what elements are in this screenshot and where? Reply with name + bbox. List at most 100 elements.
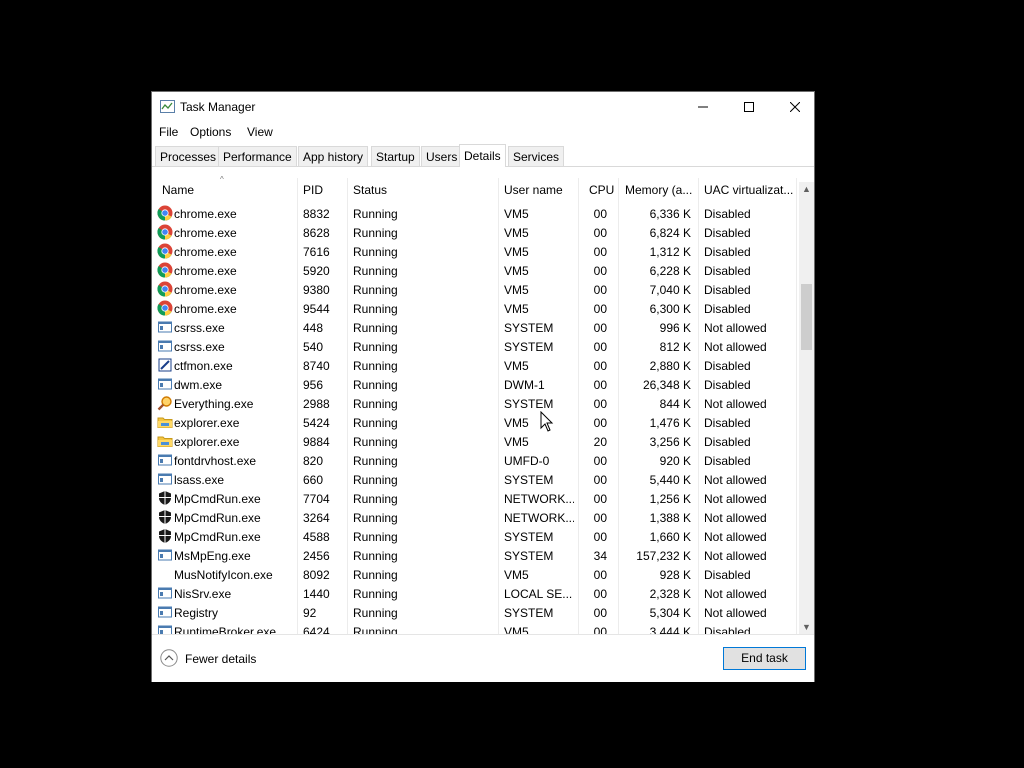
process-pid: 8628 — [303, 226, 330, 240]
end-task-button[interactable]: End task — [723, 647, 806, 670]
process-status: Running — [353, 625, 398, 634]
table-row[interactable]: chrome.exe 9544 Running VM5 00 6,300 K Disable… — [152, 299, 797, 318]
table-row[interactable]: NisSrv.exe 1440 Running LOCAL SE... 00 2,328 … — [152, 584, 797, 603]
column-status[interactable]: Status — [353, 183, 387, 197]
ctfmon-icon — [157, 357, 173, 373]
scroll-up-icon[interactable]: ▲ — [799, 182, 814, 196]
process-memory: 6,824 K — [649, 226, 691, 240]
table-row[interactable]: Registry 92 Running SYSTEM 00 5,304 K Not allo… — [152, 603, 797, 622]
table-row[interactable]: lsass.exe 660 Running SYSTEM 00 5,440 K Not al… — [152, 470, 797, 489]
tab-services[interactable]: Services — [508, 146, 565, 166]
process-uac: Disabled — [704, 245, 751, 259]
chrome-icon — [157, 262, 173, 278]
table-row[interactable]: MpCmdRun.exe 3264 Running NETWORK... 00 1,388… — [152, 508, 797, 527]
table-row[interactable]: MsMpEng.exe 2456 Running SYSTEM 34 157,232 K N… — [152, 546, 797, 565]
process-user: SYSTEM — [504, 321, 554, 335]
process-status: Running — [353, 283, 398, 297]
process-name: chrome.exe — [174, 283, 237, 297]
process-uac: Not allowed — [704, 606, 767, 620]
fewer-details-link[interactable]: Fewer details — [185, 652, 256, 666]
tab-startup[interactable]: Startup — [371, 146, 420, 166]
column-name[interactable]: Name — [162, 183, 194, 197]
table-row[interactable]: MusNotifyIcon.exe 8092 Running VM5 00 928 K Di… — [152, 565, 797, 584]
chevron-up-circle-icon[interactable] — [160, 649, 178, 667]
chrome-icon — [157, 224, 173, 240]
process-user: SYSTEM — [504, 549, 554, 563]
table-row[interactable]: Everything.exe 2988 Running SYSTEM 00 844 K No… — [152, 394, 797, 413]
process-uac: Disabled — [704, 378, 751, 392]
tab-performance[interactable]: Performance — [218, 146, 297, 166]
process-status: Running — [353, 511, 398, 525]
table-row[interactable]: RuntimeBroker.exe 6424 Running VM5 00 3,444 K… — [152, 622, 797, 634]
menu-view[interactable]: View — [247, 125, 273, 139]
process-pid: 4588 — [303, 530, 330, 544]
process-memory: 7,040 K — [649, 283, 691, 297]
menu-file[interactable]: File — [159, 125, 178, 139]
process-pid: 956 — [303, 378, 324, 392]
sort-ascending-icon: ^ — [220, 175, 224, 184]
tab-processes[interactable]: Processes — [155, 146, 222, 166]
process-cpu: 00 — [593, 568, 607, 582]
maximize-button[interactable] — [726, 92, 772, 122]
process-user: VM5 — [504, 359, 529, 373]
column-user-name[interactable]: User name — [504, 183, 563, 197]
table-row[interactable]: ctfmon.exe 8740 Running VM5 00 2,880 K Disable… — [152, 356, 797, 375]
menu-bar: File Options View — [152, 122, 814, 142]
chrome-icon — [157, 281, 173, 297]
tab-app-history[interactable]: App history — [298, 146, 369, 166]
table-row[interactable]: csrss.exe 448 Running SYSTEM 00 996 K Not allo… — [152, 318, 797, 337]
process-user: VM5 — [504, 264, 529, 278]
tab-details[interactable]: Details — [459, 144, 506, 167]
table-row[interactable]: chrome.exe 8832 Running VM5 00 6,336 K Disable… — [152, 204, 797, 223]
close-button[interactable] — [772, 92, 818, 122]
process-name: chrome.exe — [174, 226, 237, 240]
process-status: Running — [353, 302, 398, 316]
scroll-thumb[interactable] — [801, 284, 812, 350]
column-uac-virtualization[interactable]: UAC virtualizat... — [704, 183, 796, 197]
mouse-cursor-icon — [540, 411, 554, 432]
table-row[interactable]: chrome.exe 7616 Running VM5 00 1,312 K Disable… — [152, 242, 797, 261]
process-pid: 8092 — [303, 568, 330, 582]
table-body: chrome.exe 8832 Running VM5 00 6,336 K Disable… — [152, 204, 797, 634]
process-uac: Not allowed — [704, 549, 767, 563]
table-row[interactable]: explorer.exe 5424 Running VM5 00 1,476 K Disab… — [152, 413, 797, 432]
process-cpu: 34 — [593, 549, 607, 563]
title-bar[interactable]: Task Manager — [152, 92, 814, 122]
table-row[interactable]: dwm.exe 956 Running DWM-1 00 26,348 K Disabled — [152, 375, 797, 394]
scroll-down-icon[interactable]: ▼ — [799, 620, 814, 634]
table-row[interactable]: explorer.exe 9884 Running VM5 20 3,256 K Disab… — [152, 432, 797, 451]
table-row[interactable]: MpCmdRun.exe 4588 Running SYSTEM 00 1,660 K No… — [152, 527, 797, 546]
process-name: RuntimeBroker.exe — [174, 625, 277, 634]
vertical-scrollbar[interactable]: ▲ ▼ — [799, 182, 814, 634]
minimize-button[interactable] — [680, 92, 726, 122]
table-row[interactable]: MpCmdRun.exe 7704 Running NETWORK... 00 1,256… — [152, 489, 797, 508]
process-cpu: 00 — [593, 416, 607, 430]
tab-users[interactable]: Users — [421, 146, 463, 166]
process-cpu: 00 — [593, 511, 607, 525]
column-cpu[interactable]: CPU — [589, 183, 614, 197]
column-memory[interactable]: Memory (a... — [625, 183, 695, 197]
process-user: VM5 — [504, 283, 529, 297]
process-pid: 8832 — [303, 207, 330, 221]
process-memory: 1,476 K — [649, 416, 691, 430]
tab-bar: Processes Performance App history Startu… — [152, 144, 814, 167]
process-memory: 812 K — [659, 340, 691, 354]
process-uac: Disabled — [704, 568, 751, 582]
process-status: Running — [353, 568, 398, 582]
process-memory: 6,300 K — [649, 302, 691, 316]
column-pid[interactable]: PID — [303, 183, 323, 197]
menu-options[interactable]: Options — [190, 125, 231, 139]
process-status: Running — [353, 416, 398, 430]
table-row[interactable]: fontdrvhost.exe 820 Running UMFD-0 00 920 K Di… — [152, 451, 797, 470]
process-uac: Disabled — [704, 264, 751, 278]
table-row[interactable]: chrome.exe 9380 Running VM5 00 7,040 K Disable… — [152, 280, 797, 299]
table-row[interactable]: csrss.exe 540 Running SYSTEM 00 812 K Not allo… — [152, 337, 797, 356]
table-row[interactable]: chrome.exe 8628 Running VM5 00 6,824 K Disable… — [152, 223, 797, 242]
table-row[interactable]: chrome.exe 5920 Running VM5 00 6,228 K Disable… — [152, 261, 797, 280]
process-user: VM5 — [504, 207, 529, 221]
process-name: MpCmdRun.exe — [174, 511, 261, 525]
folder-icon — [157, 433, 173, 449]
process-name: MusNotifyIcon.exe — [174, 568, 273, 582]
process-uac: Disabled — [704, 435, 751, 449]
process-icon — [157, 452, 173, 468]
